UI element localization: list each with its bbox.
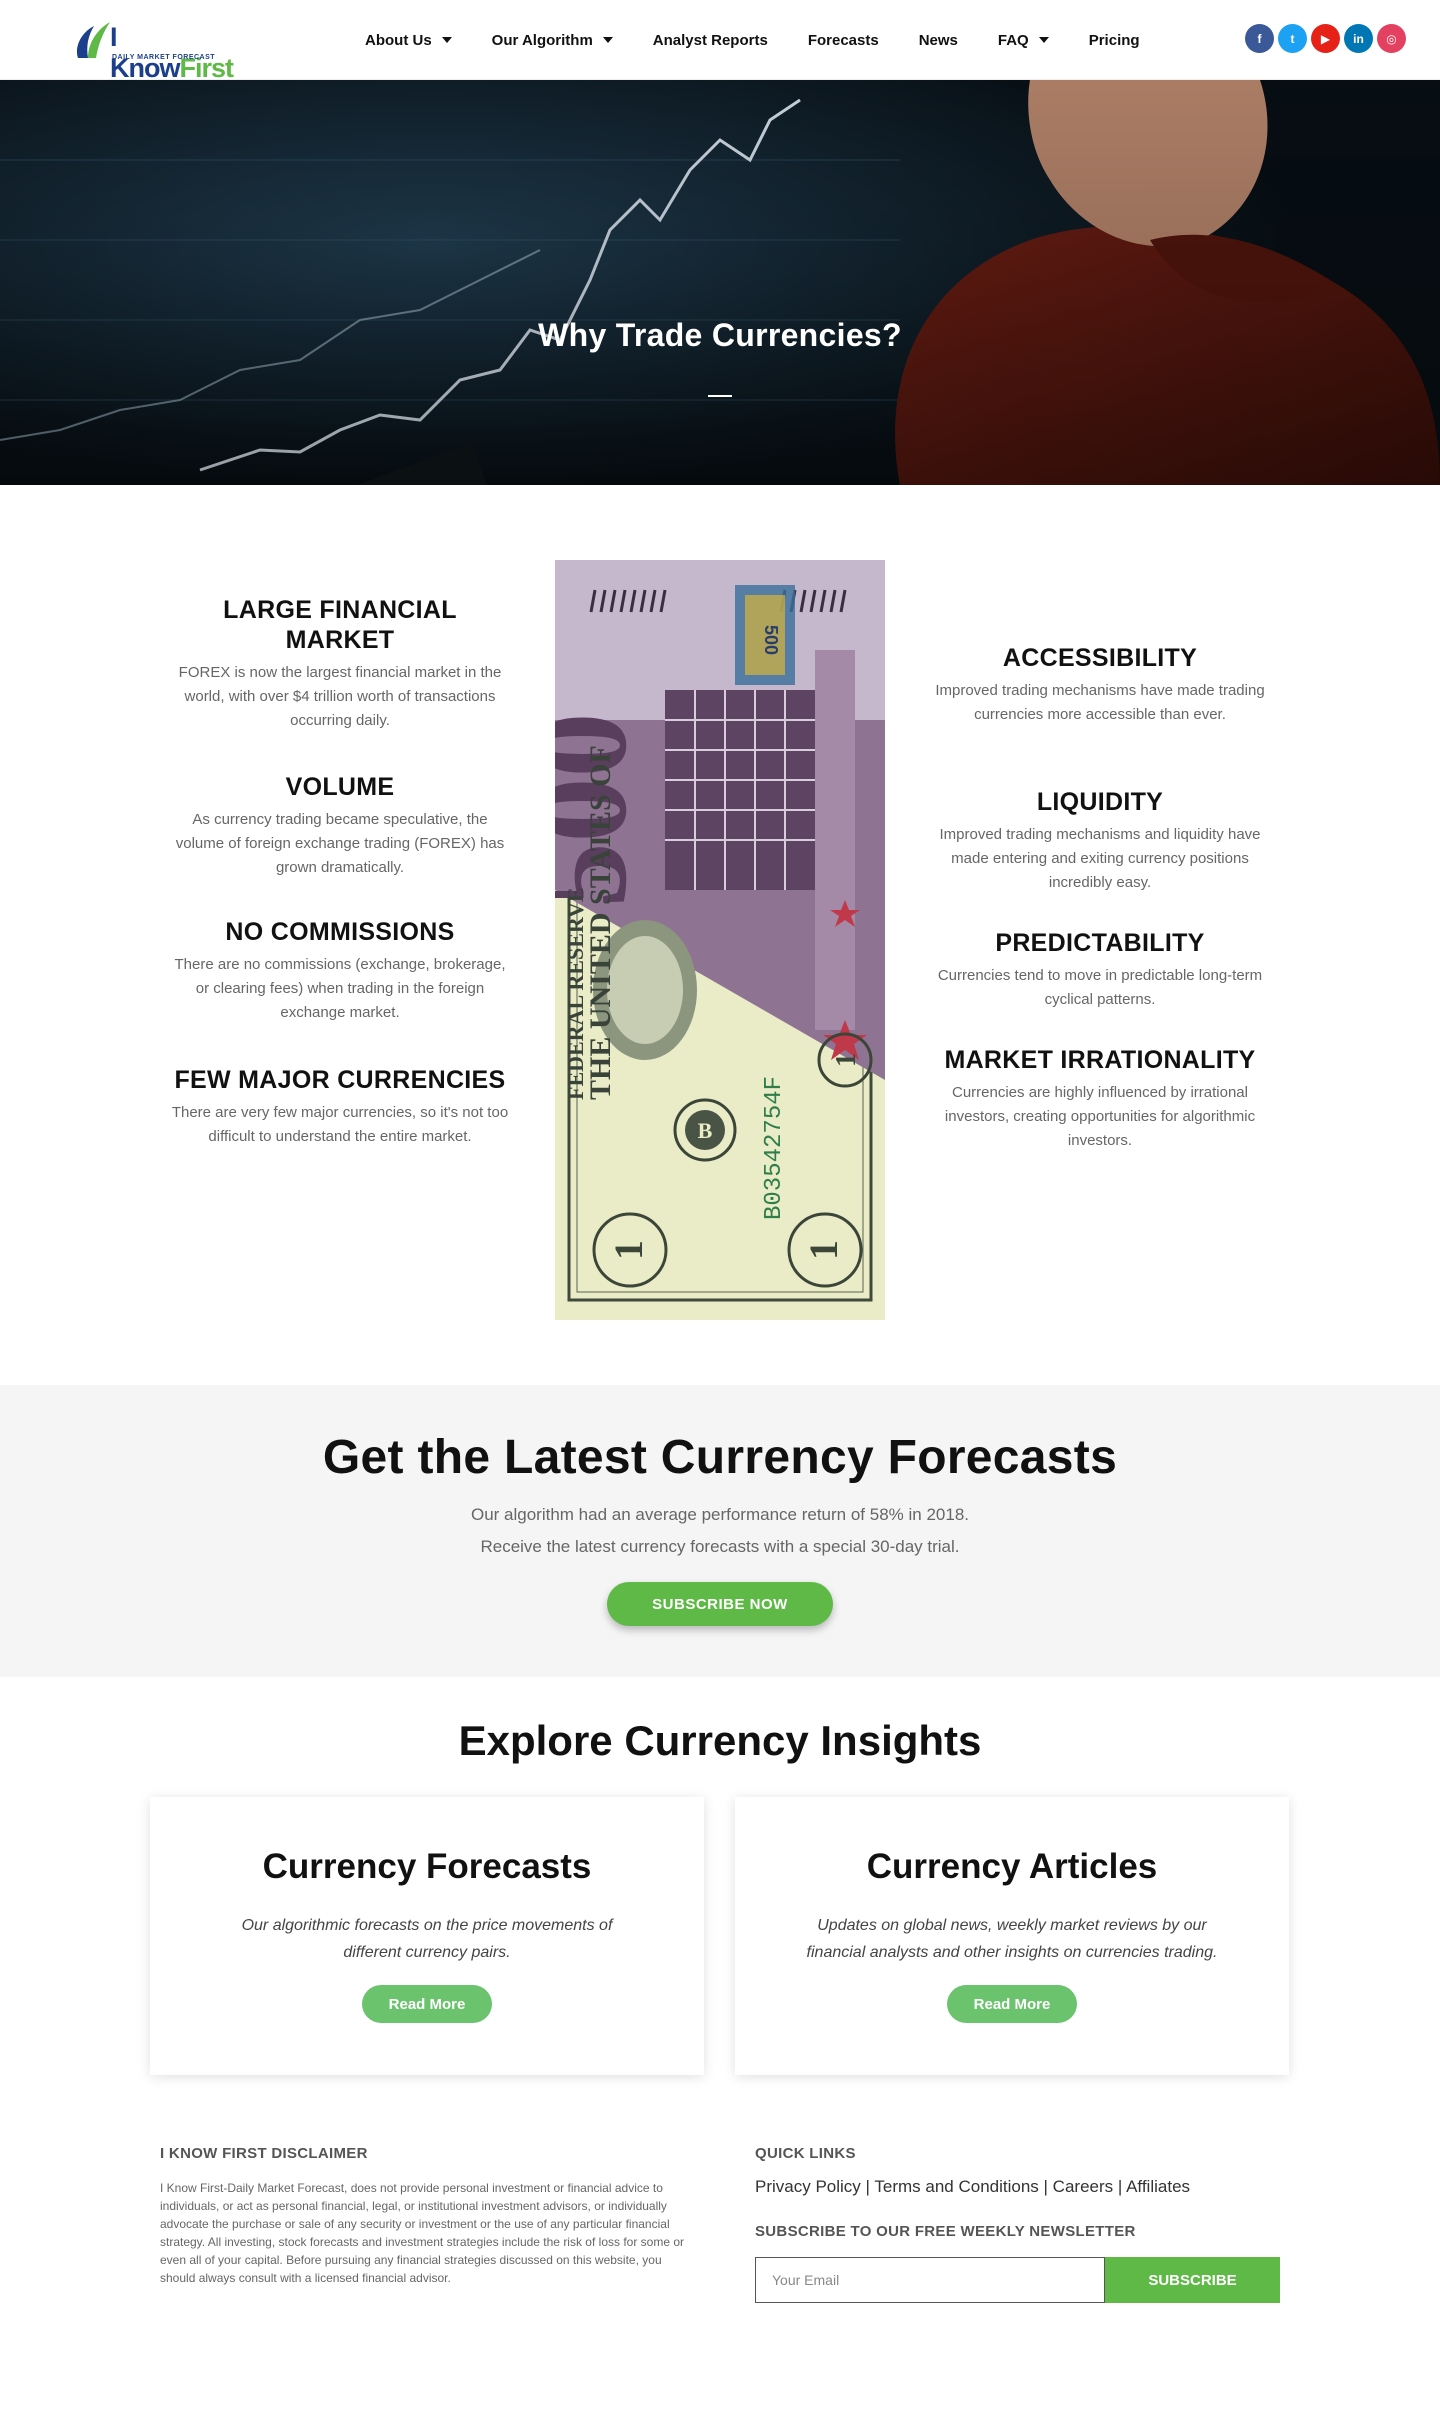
feature-title: MARKET IRRATIONALITY [944,1046,1256,1074]
site-header: I KnowFirst DAILY MARKET FORECAST About … [0,0,1440,83]
site-footer: I KNOW FIRST DISCLAIMER I Know First-Dai… [0,2117,1440,2382]
nav-item-about-us[interactable]: About Us [365,32,452,49]
youtube-icon[interactable]: ▶ [1311,24,1340,53]
nav-item-label: News [918,31,958,49]
footer-link-terms-and-conditions[interactable]: Terms and Conditions [874,2177,1038,2196]
feature-description: There are very few major currencies, so … [171,1104,509,1145]
twitter-icon[interactable]: t [1278,24,1307,53]
hero-background-image [0,80,1440,485]
read-more-forecasts-button[interactable]: Read More [362,1985,492,2023]
logo-tagline: DAILY MARKET FORECAST [112,54,216,61]
nav-item-label: Pricing [1088,31,1140,49]
feature-description: FOREX is now the largest financial marke… [178,664,502,729]
facebook-icon[interactable]: f [1245,24,1274,53]
feature-description: As currency trading became speculative, … [175,811,505,876]
card-title: Currency Articles [866,1847,1158,1886]
logo-leaf-icon [76,22,110,58]
feature-title: LIQUIDITY [1036,788,1164,816]
footer-link-careers[interactable]: Careers [1053,2177,1113,2196]
feature-description: Improved trading mechanisms have made tr… [935,682,1265,723]
svg-text:B: B [698,1118,713,1143]
feature-accessibility: ACCESSIBILITY Improved trading mechanisms… [930,643,1270,727]
link-separator: | [1038,2177,1053,2196]
hero-divider [708,395,732,397]
svg-text:1: 1 [606,1240,651,1260]
caret-down-icon [441,37,452,43]
nav-item-faq[interactable]: FAQ [998,32,1049,49]
instagram-icon[interactable]: ◎ [1377,24,1406,53]
svg-text:1: 1 [831,1053,862,1067]
currency-forecasts-card: Currency Forecasts Our algorithmic forec… [150,1797,704,2075]
svg-text:B03542754F: B03542754F [761,1076,788,1220]
latest-forecasts-section: Get the Latest Currency Forecasts Our al… [0,1385,1440,1677]
svg-text:THE UNITED STATES OF: THE UNITED STATES OF [584,745,617,1100]
feature-description: Currencies are highly influenced by irra… [944,1084,1256,1149]
svg-text:FEDERAL RESERVE: FEDERAL RESERVE [563,887,588,1100]
quick-links: Privacy Policy | Terms and Conditions | … [755,2177,1190,2197]
footer-link-affiliates[interactable]: Affiliates [1126,2177,1190,2196]
subscribe-now-button[interactable]: SUBSCRIBE NOW [607,1582,833,1626]
feature-few-major-currencies: FEW MAJOR CURRENCIES There are very few m… [170,1065,510,1149]
why-trade-section: LARGE FINANCIAL MARKET FOREX is now the l… [0,485,1440,1385]
feature-title: FEW MAJOR CURRENCIES [174,1066,506,1094]
link-separator: | [860,2177,875,2196]
newsletter-subscribe-button[interactable]: SUBSCRIBE [1105,2257,1280,2303]
explore-title: Explore Currency Insights [458,1717,982,1764]
feature-predictability: PREDICTABILITY Currencies tend to move in… [930,928,1270,1012]
nav-item-label: Analyst Reports [652,31,768,49]
explore-insights-section: Explore Currency Insights Currency Forec… [0,1677,1440,2117]
read-more-articles-button[interactable]: Read More [947,1985,1077,2023]
currency-articles-card: Currency Articles Updates on global news… [735,1797,1289,2075]
feature-no-commissions: NO COMMISSIONS There are no commissions (… [170,917,510,1025]
nav-item-analyst-reports[interactable]: Analyst Reports [653,32,768,49]
feature-title: ACCESSIBILITY [1002,644,1198,672]
feature-liquidity: LIQUIDITY Improved trading mechanisms and… [930,787,1270,895]
caret-down-icon [1038,37,1049,43]
hero-title: Why Trade Currencies? [538,317,902,353]
feature-description: Improved trading mechanisms and liquidit… [939,826,1261,891]
feature-title: LARGE FINANCIAL MARKET [223,596,457,654]
feature-volume: VOLUME As currency trading became specula… [170,772,510,880]
disclaimer-text: I Know First-Daily Market Forecast, does… [160,2181,685,2285]
social-links: f t ▶ in ◎ [1241,24,1406,53]
latest-forecasts-line-1: Our algorithm had an average performance… [470,1505,969,1524]
link-separator: | [1113,2177,1127,2196]
card-title: Currency Forecasts [262,1847,592,1886]
feature-title: PREDICTABILITY [995,929,1205,957]
caret-down-icon [602,37,613,43]
newsletter-heading: SUBSCRIBE TO OUR FREE WEEKLY NEWSLETTER [755,2223,1136,2240]
nav-item-label: About Us [365,31,432,49]
hero-banner: Why Trade Currencies? [0,80,1440,485]
linkedin-icon[interactable]: in [1344,24,1373,53]
nav-item-label: FAQ [997,31,1029,49]
currency-bill-image: 500 500 THE UNITED STATES OF FEDERAL RES… [555,560,885,1320]
nav-item-news[interactable]: News [919,32,958,49]
svg-text:1: 1 [801,1240,846,1260]
quick-links-heading: QUICK LINKS [755,2145,856,2162]
feature-title: VOLUME [285,773,395,801]
nav-item-label: Forecasts [807,31,879,49]
nav-item-label: Our Algorithm [491,31,593,49]
disclaimer-heading: I KNOW FIRST DISCLAIMER [160,2145,368,2162]
nav-item-forecasts[interactable]: Forecasts [808,32,879,49]
card-description: Updates on global news, weekly market re… [806,1917,1218,1961]
latest-forecasts-title: Get the Latest Currency Forecasts [322,1431,1118,1484]
svg-text:500: 500 [761,625,781,655]
nav-item-our-algorithm[interactable]: Our Algorithm [492,32,613,49]
feature-description: Currencies tend to move in predictable l… [937,967,1263,1008]
card-description: Our algorithmic forecasts on the price m… [241,1917,613,1961]
main-nav: About Us Our Algorithm Analyst Reports Fore… [365,0,1180,80]
site-logo[interactable]: I KnowFirst DAILY MARKET FORECAST [70,14,234,83]
footer-link-privacy-policy[interactable]: Privacy Policy [755,2177,861,2196]
latest-forecasts-line-2: Receive the latest currency forecasts wi… [480,1537,960,1556]
nav-item-pricing[interactable]: Pricing [1089,32,1140,49]
feature-title: NO COMMISSIONS [225,918,455,946]
feature-market-irrationality: MARKET IRRATIONALITY Currencies are highl… [930,1045,1270,1153]
feature-large-financial-market: LARGE FINANCIAL MARKET FOREX is now the l… [170,595,510,733]
logo-wordmark: I KnowFirst [110,22,234,83]
feature-description: There are no commissions (exchange, brok… [174,956,506,1021]
newsletter-email-input[interactable]: Your Email [755,2257,1105,2303]
